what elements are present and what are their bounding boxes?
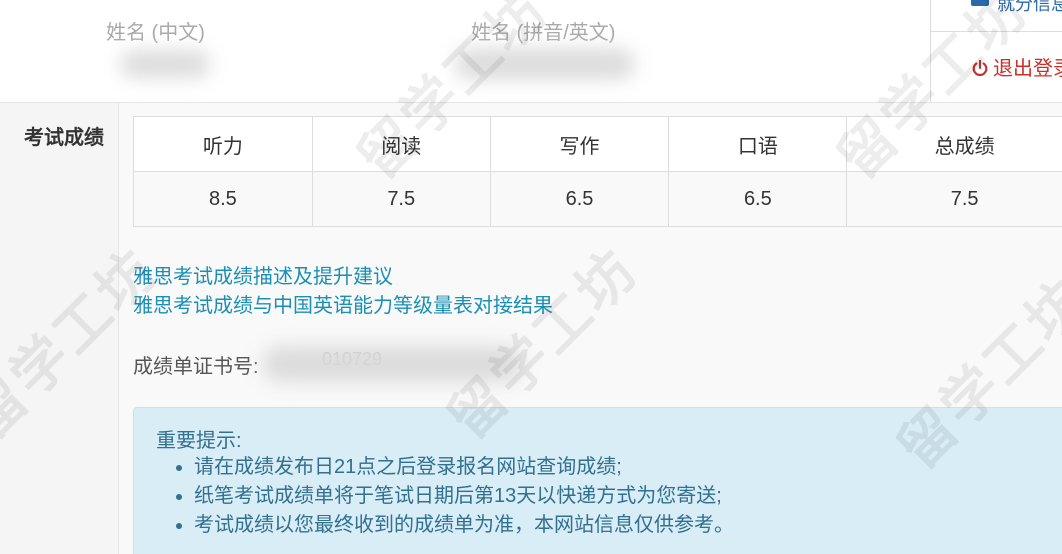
info-icon: [971, 0, 989, 6]
logout-label: 退出登录: [993, 58, 1062, 80]
score-overall: 7.5: [846, 171, 1062, 227]
score-value-row: 8.5 7.5 6.5 6.5 7.5: [133, 171, 1062, 227]
ielts-score-page: 姓名 (中文) 姓名 (拼音/英文) 就分信息 退出登录 考试成绩 听力 阅读: [0, 0, 1062, 554]
score-description-link[interactable]: 雅思考试成绩描述及提升建议: [133, 260, 393, 289]
notice-item: 请在成绩发布日21点之后登录报名网站查询成绩;: [194, 453, 734, 482]
header-reading: 阅读: [311, 116, 491, 172]
redacted-name-en: [455, 48, 635, 80]
score-table: 听力 阅读 写作 口语 总成绩 8.5 7.5 6.5 6.5 7.5: [133, 116, 1062, 227]
notice-item: 考试成绩以您最终收到的成绩单为准，本网站信息仅供参考。: [194, 511, 734, 540]
score-speaking: 6.5: [668, 171, 848, 227]
certificate-number-label: 成绩单证书号:: [133, 356, 259, 378]
side-menu-item-label: 就分信息: [997, 0, 1062, 14]
profile-header: 姓名 (中文) 姓名 (拼音/英文) 就分信息 退出登录: [0, 0, 1062, 102]
power-icon: [972, 59, 988, 77]
important-notice: 重要提示: 请在成绩发布日21点之后登录报名网站查询成绩; 纸笔考试成绩单将于笔…: [133, 407, 1062, 554]
score-listening: 8.5: [133, 171, 313, 227]
header-overall: 总成绩: [846, 116, 1062, 172]
name-en-label: 姓名 (拼音/英文): [471, 22, 616, 44]
score-content: 听力 阅读 写作 口语 总成绩 8.5 7.5 6.5 6.5 7.5 雅思考试…: [118, 102, 1062, 554]
side-menu: 就分信息 退出登录: [930, 0, 1062, 102]
section-label-column: 考试成绩: [0, 102, 118, 554]
score-writing: 6.5: [489, 171, 670, 227]
cefr-mapping-link[interactable]: 雅思考试成绩与中国英语能力等级量表对接结果: [133, 289, 553, 318]
score-header-row: 听力 阅读 写作 口语 总成绩: [133, 116, 1062, 172]
notice-item: 纸笔考试成绩单将于笔试日期后第13天以快递方式为您寄送;: [194, 482, 734, 511]
logout-link[interactable]: 退出登录: [971, 52, 1062, 81]
header-writing: 写作: [489, 116, 670, 172]
header-listening: 听力: [133, 116, 313, 172]
section-title: 考试成绩: [24, 127, 104, 149]
redacted-name-cn: [120, 50, 210, 78]
redacted-certificate-number: [262, 346, 522, 382]
name-cn-label: 姓名 (中文): [106, 22, 205, 44]
side-menu-item-info[interactable]: 就分信息: [931, 0, 1062, 32]
notice-list: 请在成绩发布日21点之后登录报名网站查询成绩; 纸笔考试成绩单将于笔试日期后第1…: [194, 453, 734, 540]
header-speaking: 口语: [668, 116, 848, 172]
score-reading: 7.5: [311, 171, 491, 227]
notice-title: 重要提示:: [156, 430, 242, 452]
